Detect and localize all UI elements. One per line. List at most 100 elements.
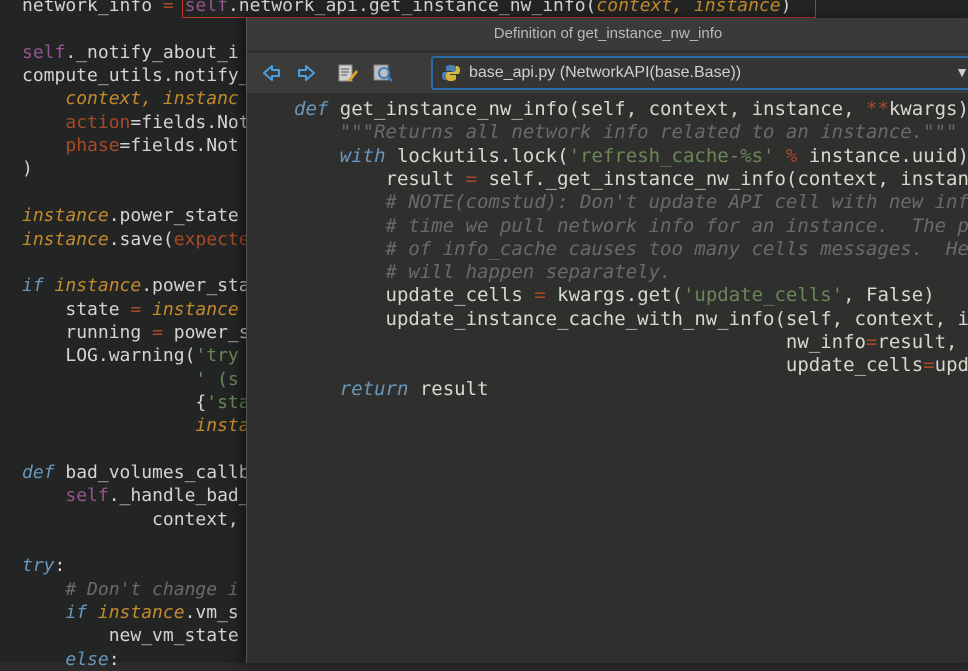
code-line: instance.power_state	[22, 204, 239, 227]
code-token: state	[65, 298, 131, 320]
code-line: {'sta	[22, 391, 250, 414]
code-line: # will happen separately.	[294, 261, 672, 284]
back-button[interactable]	[259, 61, 283, 85]
code-token: if	[65, 602, 98, 624]
code-token: def	[294, 98, 340, 120]
code-token: .vm_s	[184, 602, 239, 624]
code-token: =fields.Not	[130, 111, 250, 133]
code-token: # of info_cache causes too many cells me…	[385, 237, 968, 260]
arrow-right-icon	[298, 65, 315, 81]
code-line: if instance.power_sta	[22, 274, 250, 297]
edit-source-icon	[338, 64, 358, 82]
code-line: update_instance_cache_with_nw_info(self,…	[294, 308, 968, 331]
code-token: ' (s	[195, 368, 239, 390]
forward-button[interactable]	[295, 61, 319, 85]
code-token: %	[785, 144, 798, 167]
popup-title: Definition of get_instance_nw_info	[247, 18, 968, 50]
code-token: with	[339, 144, 397, 167]
code-line: state = instance	[22, 298, 239, 321]
code-token: instance.uuid):	[797, 144, 968, 167]
code-token: .network_api.get_instance_nw_info(	[227, 0, 597, 16]
code-token: =	[130, 298, 153, 320]
code-token: ._notify_about_i	[65, 41, 239, 63]
code-token: instance	[22, 228, 109, 250]
code-line: with lockutils.lock('refresh_cache-%s' %…	[294, 145, 968, 168]
code-token: =	[923, 354, 935, 377]
file-selector-label: base_api.py (NetworkAPI(base.Base))	[469, 64, 742, 81]
code-token: 'sta	[206, 391, 250, 413]
code-token: get_instance_nw_info(self, context, inst…	[339, 98, 866, 120]
code-token: return	[339, 377, 420, 400]
code-token: instance	[22, 205, 109, 227]
edit-source-button[interactable]	[335, 61, 359, 85]
code-line: """Returns all network info related to a…	[294, 121, 958, 144]
code-token: kwargs.get(	[557, 284, 683, 307]
code-token: nw_info	[785, 331, 866, 353]
chevron-down-icon[interactable]: ▼	[955, 64, 968, 80]
code-token: self	[65, 485, 109, 507]
code-token: update	[934, 354, 968, 377]
code-token: =	[534, 284, 558, 307]
code-token: context, instanc	[65, 88, 239, 110]
code-line: context, instanc	[22, 87, 239, 110]
popup-toolbar: base_api.py (NetworkAPI(base.Base)) ▼	[247, 53, 968, 93]
definition-popup[interactable]: Definition of get_instance_nw_info base_…	[246, 18, 968, 663]
code-token: =	[865, 331, 878, 353]
code-line: update_cells = kwargs.get('update_cells'…	[294, 284, 935, 307]
arrow-left-icon	[263, 65, 280, 81]
code-line: self._handle_bad_	[22, 484, 250, 507]
code-token: **	[865, 98, 889, 120]
code-line: running = power_s	[22, 321, 250, 344]
code-line: context,	[22, 508, 239, 531]
code-line: if instance.vm_s	[22, 601, 239, 624]
file-selector-dropdown[interactable]: base_api.py (NetworkAPI(base.Base)) ▼	[431, 56, 968, 90]
code-token: 'update_cells'	[682, 284, 844, 307]
code-token: instance	[152, 298, 239, 320]
code-token: instance	[97, 602, 185, 624]
code-token: """Returns all network info related to a…	[339, 121, 958, 144]
code-token: )	[780, 0, 792, 16]
code-token: .power_state	[108, 205, 239, 227]
find-usages-button[interactable]	[371, 61, 395, 85]
code-token: compute_utils.notify_	[22, 65, 250, 87]
code-token: power_s	[173, 321, 250, 343]
code-token: running	[65, 321, 153, 343]
code-token: .save(	[108, 228, 174, 250]
code-token: :	[54, 555, 66, 577]
code-token: 'try	[195, 345, 239, 367]
code-token: update_cells	[385, 284, 535, 307]
definition-code: def get_instance_nw_info(self, context, …	[247, 98, 968, 658]
code-line: new_vm_state	[22, 624, 239, 647]
code-token: context, instance	[596, 0, 781, 16]
code-line: )	[22, 157, 33, 180]
code-token: # will happen separately.	[385, 261, 672, 284]
code-line: instance.save(expecte	[22, 228, 250, 251]
code-token: 'refresh_cache-%s'	[568, 144, 775, 167]
code-token: result	[385, 167, 466, 190]
code-token: ._handle_bad_	[108, 485, 250, 507]
code-line: else:	[22, 648, 119, 671]
code-token: , False)	[843, 284, 935, 307]
code-line: action=fields.Not	[22, 111, 250, 134]
code-line: result = self._get_instance_nw_info(cont…	[294, 168, 968, 191]
code-line: try:	[22, 554, 65, 577]
code-token: phase	[65, 135, 120, 157]
